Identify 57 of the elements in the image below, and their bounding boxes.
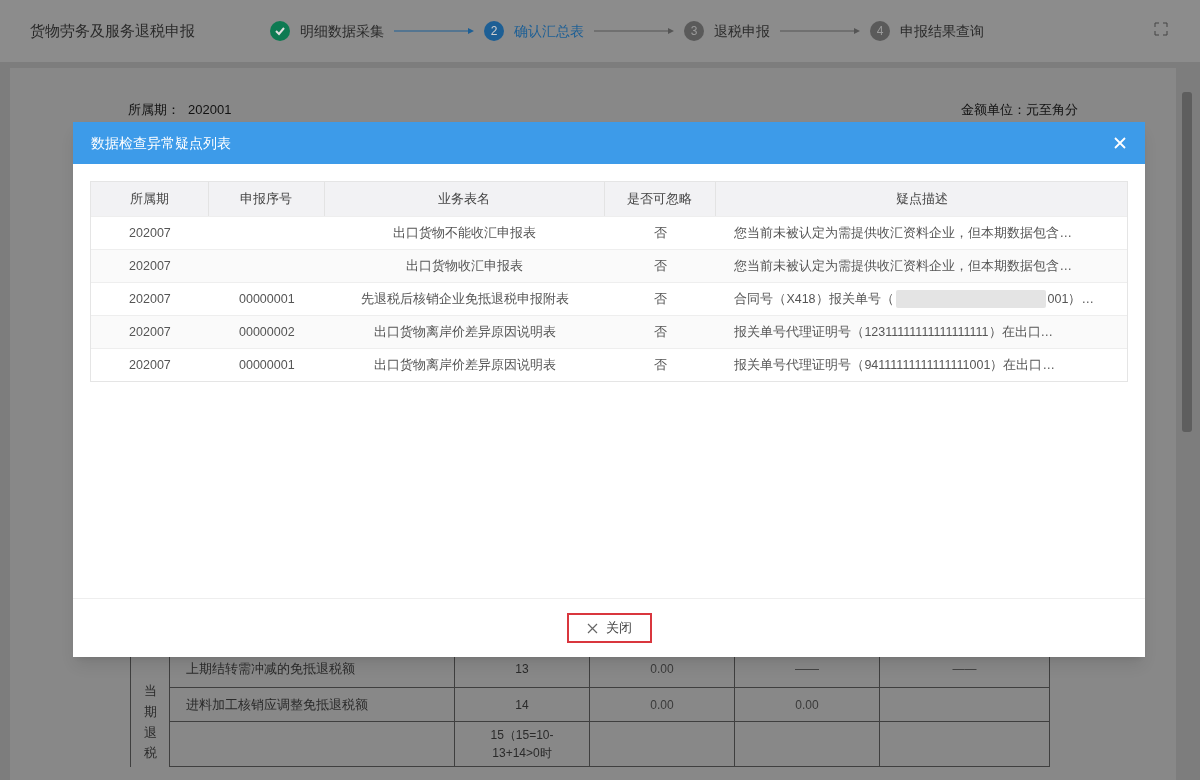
table-cell-text: 202007 [129,356,171,374]
step-label: 申报结果查询 [900,21,984,41]
step-label: 退税申报 [714,21,770,41]
table-cell-text: —— [795,661,819,678]
table-cell-text: 否 [653,323,667,341]
table-cell-text: 上期结转需冲减的免抵退税额 [186,660,355,679]
column-header: 业务表名 [438,190,491,209]
column-header: 申报序号 [240,190,293,209]
table-cell-text: 否 [653,224,667,242]
table-cell-text: 00000002 [239,323,295,341]
column-header: 所属期 [129,190,169,209]
table-cell-text: 报关单号代理证明号（94111111111111111001）在出口… [734,356,1055,374]
table-cell-text: 202007 [129,224,171,242]
period-label: 所属期： [128,101,180,120]
scrollbar[interactable] [1182,92,1192,432]
close-icon[interactable] [1113,136,1127,150]
fullscreen-icon[interactable] [1154,22,1168,36]
table-cell-text: 报关单号代理证明号（12311111111111111111）在出口… [734,323,1054,341]
table-cell-text: 00000001 [239,290,295,308]
table-cell-text: 00000001 [239,356,295,374]
table-cell-text: 否 [653,290,667,308]
table-cell-text: 您当前未被认定为需提供收汇资料企业，但本期数据包含… [734,224,1072,242]
column-header: 疑点描述 [895,190,948,209]
close-icon [586,622,598,634]
side-label: 当期退税 [143,682,157,763]
close-button[interactable]: 关闭 [566,613,652,643]
page-title: 货物劳务及服务退税申报 [30,20,196,41]
step-number: 3 [684,21,704,41]
step-number: 4 [870,21,890,41]
table-cell-text: 001）… [1047,290,1094,308]
table-cell-text: 202007 [129,290,171,308]
step-label: 确认汇总表 [514,21,584,41]
unit-label: 金额单位：元至角分 [961,101,1078,120]
table-cell-text: 否 [653,356,667,374]
table-cell-text: 否 [653,257,667,275]
table-cell-text: 15（15=10-13+14>0时 [489,727,555,762]
table-cell-text: 0.00 [795,696,819,714]
column-header: 是否可忽略 [627,190,693,209]
table-cell-text: 出口货物不能收汇申报表 [393,224,537,242]
table-cell-text: 合同号（X418）报关单号（ [734,290,894,308]
table-cell-text: 202007 [129,257,171,275]
step-number: 2 [484,21,504,41]
step-label: 明细数据采集 [300,21,384,41]
table-cell-text: 14 [515,696,529,714]
table-cell-text: 13 [515,661,529,678]
table-cell-text: 0.00 [650,661,674,678]
table-cell-text: 0.00 [650,696,674,714]
table-cell-text: 202007 [129,323,171,341]
table-cell-text: 出口货物离岸价差异原因说明表 [373,323,556,341]
table-cell-text: 您当前未被认定为需提供收汇资料企业，但本期数据包含… [734,257,1072,275]
table-cell-text: 出口货物收汇申报表 [406,257,524,275]
period-value: 202001 [188,101,232,120]
table-cell-text: 先退税后核销企业免抵退税申报附表 [360,290,569,308]
table-cell-text: —— [952,661,977,678]
table-cell-text: 进料加工核销应调整免抵退税额 [186,695,368,714]
table-cell-text: 出口货物离岸价差异原因说明表 [373,356,556,374]
dialog-title: 数据检查异常疑点列表 [91,133,231,153]
